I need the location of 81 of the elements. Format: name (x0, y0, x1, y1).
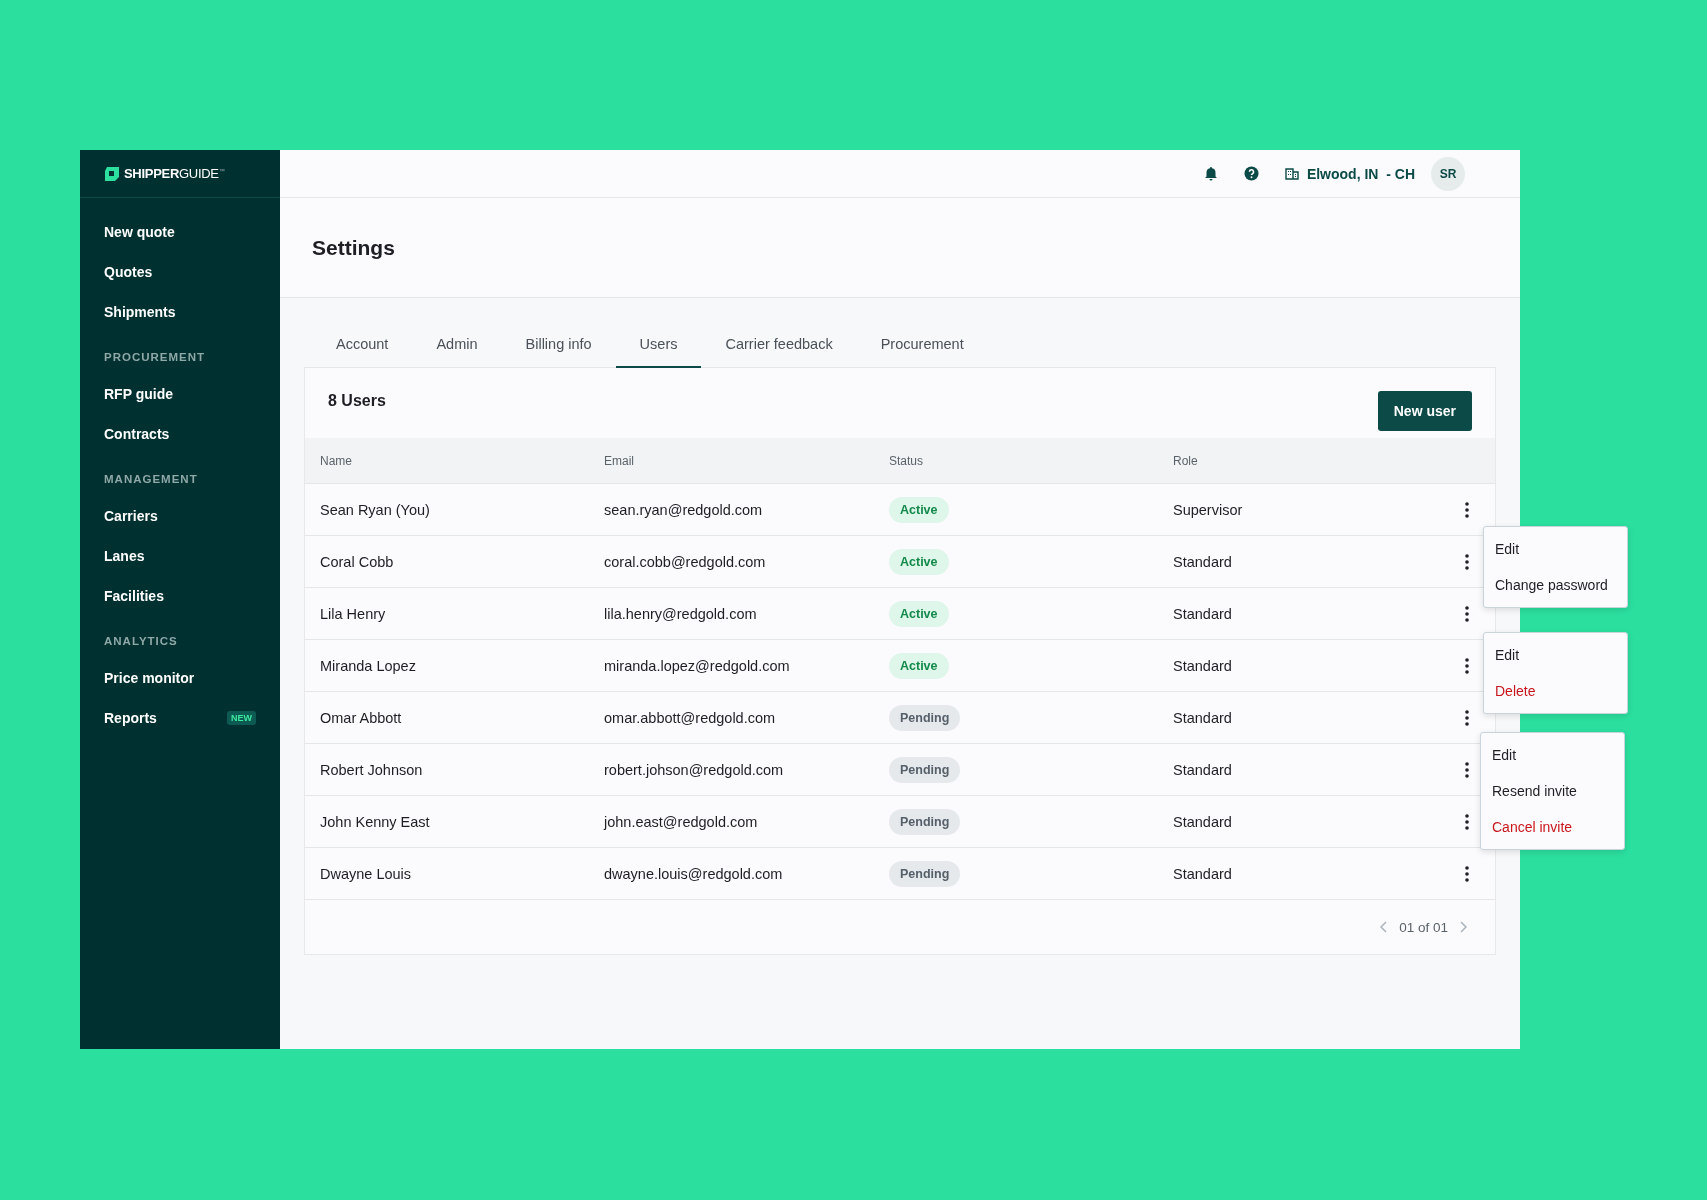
sidebar-item[interactable]: Reports NEW (80, 698, 280, 738)
status-badge: Pending (889, 808, 961, 835)
table-cell-text: Standard (1173, 553, 1233, 570)
status-badge: Pending (889, 756, 961, 783)
sidebar-item[interactable]: Quotes (80, 252, 280, 292)
column-header: Role (1173, 453, 1199, 468)
table-cell-text: Dwayne Louis (320, 865, 413, 882)
table-cell-text: dwayne.louis@redgold.com (604, 865, 784, 882)
menu-item[interactable]: Resend invite (1481, 773, 1624, 809)
more-icon[interactable] (1465, 657, 1469, 674)
user-avatar[interactable]: SR (1431, 156, 1465, 191)
table-cell-text: Sean Ryan (You) (320, 501, 431, 518)
table-cell-text: robert.johson@redgold.com (604, 761, 785, 778)
user-count: 8 Users (328, 391, 386, 410)
table-cell-text: Standard (1173, 813, 1233, 830)
more-icon[interactable] (1465, 761, 1469, 778)
status-badge: Active (889, 548, 949, 575)
status-badge: Pending (889, 860, 961, 887)
help-icon[interactable] (1243, 166, 1259, 181)
section-heading: MANAGEMENT (103, 472, 199, 487)
table-cell-text: omar.abbott@redgold.com (604, 709, 777, 726)
sidebar-item[interactable]: Contracts (80, 414, 280, 454)
table-cell-text: Miranda Lopez (320, 657, 417, 674)
tab[interactable]: Billing info (501, 322, 616, 368)
table-cell-text: Standard (1173, 709, 1233, 726)
column-header: Name (320, 453, 353, 468)
status-badge: Pending (889, 704, 961, 731)
new-user-button[interactable]: New user (1377, 391, 1472, 431)
sidebar-item[interactable]: Lanes (80, 536, 280, 576)
sidebar-item[interactable]: Carriers (80, 496, 280, 536)
building-icon (1284, 167, 1299, 180)
table-cell-text: Robert Johnson (320, 761, 424, 778)
sidebar-item[interactable]: New quote (80, 212, 280, 252)
table-cell-text: Lila Henry (320, 605, 387, 622)
more-icon[interactable] (1465, 865, 1469, 882)
section-heading: PROCUREMENT (103, 350, 207, 365)
menu-item[interactable]: Edit (1484, 637, 1627, 673)
location-selector[interactable]: Elwood, IN - CH (1284, 165, 1415, 182)
sidebar-item[interactable]: Price monitor (80, 658, 280, 698)
table-cell-text: Omar Abbott (320, 709, 403, 726)
logo-text: SHIPPERGUIDE$^{™}$ (124, 166, 225, 181)
status-badge: Active (889, 652, 949, 679)
more-icon[interactable] (1465, 813, 1469, 830)
sidebar-item[interactable]: Facilities (80, 576, 280, 616)
column-header: Email (604, 453, 635, 468)
section-heading: ANALYTICS (103, 634, 179, 649)
menu-item[interactable]: Edit (1484, 531, 1627, 567)
tab[interactable]: Carrier feedback (701, 322, 857, 368)
logo-icon (104, 165, 120, 182)
tab[interactable]: Admin (412, 322, 502, 368)
more-icon[interactable] (1465, 501, 1469, 518)
page-title: Settings (312, 235, 395, 260)
table-cell-text: sean.ryan@redgold.com (604, 501, 764, 518)
more-icon[interactable] (1465, 709, 1469, 726)
table-cell-text: coral.cobb@redgold.com (604, 553, 767, 570)
status-badge: Active (889, 600, 949, 627)
sidebar-item[interactable]: RFP guide (80, 374, 280, 414)
more-icon[interactable] (1465, 605, 1469, 622)
sidebar-item[interactable]: Shipments (80, 292, 280, 332)
table-cell-text: Coral Cobb (320, 553, 395, 570)
column-header: Status (889, 453, 925, 468)
table-cell-text: lila.henry@redgold.com (604, 605, 758, 622)
table-cell-text: Standard (1173, 865, 1233, 882)
table-cell-text: Standard (1173, 657, 1233, 674)
bell-icon[interactable] (1203, 166, 1218, 181)
menu-item[interactable]: Cancel invite (1481, 809, 1624, 845)
table-cell-text: Standard (1173, 605, 1233, 622)
table-cell-text: John Kenny East (320, 813, 431, 830)
menu-item[interactable]: Edit (1481, 737, 1624, 773)
tab[interactable]: Account (312, 322, 413, 368)
menu-item[interactable]: Delete (1484, 673, 1627, 709)
table-cell-text: Standard (1173, 761, 1233, 778)
page-indicator: 01 of 01 (1399, 919, 1448, 935)
menu-item[interactable]: Change password (1484, 567, 1627, 603)
table-cell-text: miranda.lopez@redgold.com (604, 657, 791, 674)
more-icon[interactable] (1465, 553, 1469, 570)
table-cell-text: Supervisor (1173, 501, 1244, 518)
tab[interactable]: Procurement (856, 322, 988, 368)
status-badge: Active (889, 496, 949, 523)
new-badge: NEW (227, 711, 256, 725)
table-cell-text: john.east@redgold.com (604, 813, 759, 830)
